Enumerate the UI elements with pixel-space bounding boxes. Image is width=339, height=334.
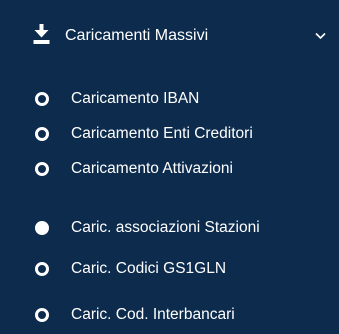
submenu-item-label: Caric. Codici GS1GLN [71, 260, 227, 277]
submenu-item-caric-associazioni-stazioni[interactable]: Caric. associazioni Stazioni [0, 213, 339, 243]
submenu-item-label: Caric. associazioni Stazioni [71, 219, 260, 236]
menu-group-label: Caricamenti Massivi [65, 27, 209, 44]
menu-group-caricamenti-massivi[interactable]: Caricamenti Massivi [0, 19, 339, 53]
submenu-item-label: Caric. Cod. Interbancari [71, 306, 235, 323]
sidebar-menu: Caricamenti Massivi Caricamento IBAN Car… [0, 0, 339, 334]
submenu-item-caricamento-iban[interactable]: Caricamento IBAN [0, 84, 339, 114]
chevron-down-icon[interactable] [315, 32, 326, 40]
radio-circle-icon [35, 262, 49, 276]
submenu-item-label: Caricamento Attivazioni [71, 160, 233, 177]
submenu-item-label: Caricamento Enti Creditori [71, 125, 253, 142]
submenu-item-caricamento-enti-creditori[interactable]: Caricamento Enti Creditori [0, 119, 339, 149]
submenu-item-caric-cod-interbancari[interactable]: Caric. Cod. Interbancari [0, 300, 339, 330]
radio-circle-icon [35, 162, 49, 176]
submenu-item-caric-codici-gs1gln[interactable]: Caric. Codici GS1GLN [0, 254, 339, 284]
radio-circle-icon [35, 127, 49, 141]
submenu-item-label: Caricamento IBAN [71, 90, 200, 107]
submenu-item-caricamento-attivazioni[interactable]: Caricamento Attivazioni [0, 154, 339, 184]
radio-circle-icon [35, 92, 49, 106]
download-icon [33, 24, 50, 44]
radio-circle-icon [35, 308, 49, 322]
radio-circle-filled-icon [35, 221, 49, 235]
